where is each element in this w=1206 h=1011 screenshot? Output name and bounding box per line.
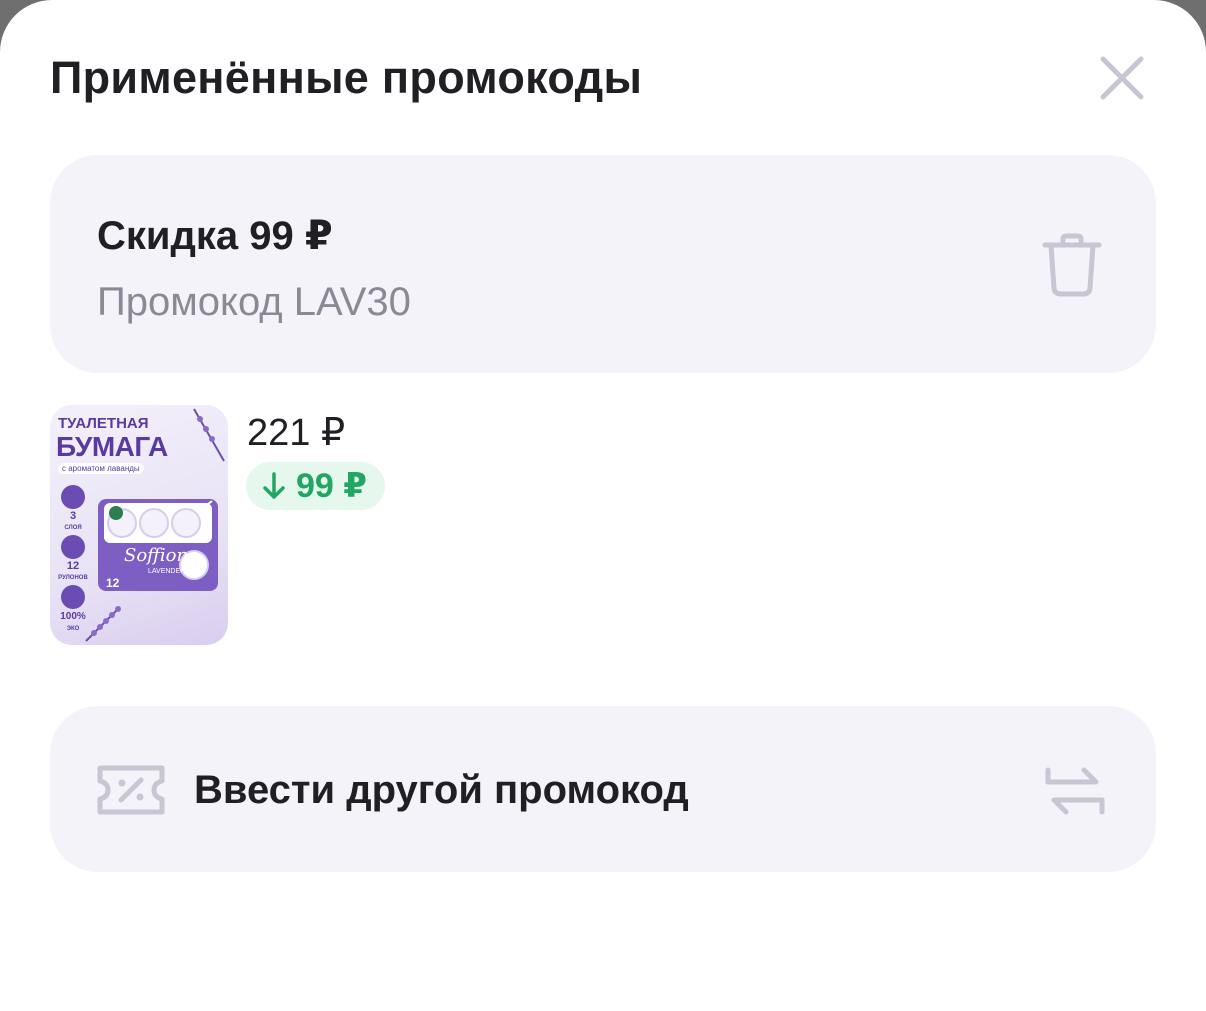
sheet-header: Применённые промокоды bbox=[50, 50, 1156, 110]
product-image-subtitle: с ароматом лаванды bbox=[58, 463, 144, 474]
coupon-icon bbox=[97, 765, 165, 815]
remove-promo-button[interactable] bbox=[1034, 227, 1110, 303]
swap-icon bbox=[1045, 767, 1105, 815]
lavender-decoration-top bbox=[193, 408, 225, 462]
lavender-decoration bbox=[85, 606, 121, 642]
enter-other-promo-button[interactable]: Ввести другой промокод bbox=[50, 706, 1156, 872]
enter-other-promo-label: Ввести другой промокод bbox=[194, 768, 689, 812]
product-variant: LAVENDER bbox=[148, 568, 185, 575]
product-package-illustration: Soffione LAVENDER 12 bbox=[98, 499, 218, 591]
roll-icon bbox=[61, 535, 85, 559]
product-row: ТУАЛЕТНАЯ БУМАГА с ароматом лаванды 3 СЛ… bbox=[50, 405, 1156, 645]
product-image-text-2: БУМАГА bbox=[56, 431, 168, 462]
applied-promo-card: Скидка 99 ₽ Промокод LAV30 bbox=[50, 155, 1156, 373]
discount-badge: 99 ₽ bbox=[246, 462, 385, 510]
promo-discount-title: Скидка 99 ₽ bbox=[97, 214, 333, 258]
sheet-title: Применённые промокоды bbox=[50, 52, 643, 103]
feature-layers: 3 СЛОЯ bbox=[58, 485, 88, 533]
promo-code-label: Промокод LAV30 bbox=[97, 280, 411, 324]
close-button[interactable] bbox=[1094, 50, 1150, 106]
product-brand: Soffione bbox=[124, 545, 199, 566]
arrow-down-icon bbox=[263, 472, 285, 499]
discount-amount: 99 ₽ bbox=[296, 467, 367, 505]
product-pack-count: 12 bbox=[106, 576, 120, 590]
layers-icon bbox=[61, 485, 85, 509]
trash-icon bbox=[1042, 233, 1102, 297]
product-price: 221 ₽ bbox=[247, 412, 346, 454]
product-image-text-1: ТУАЛЕТНАЯ bbox=[58, 415, 149, 432]
product-image[interactable]: ТУАЛЕТНАЯ БУМАГА с ароматом лаванды 3 СЛ… bbox=[50, 405, 228, 645]
promo-bottom-sheet: Применённые промокоды Скидка 99 ₽ Промок… bbox=[0, 0, 1206, 1011]
close-icon bbox=[1100, 56, 1144, 100]
feature-rolls: 12 РУЛОНОВ bbox=[58, 535, 88, 583]
